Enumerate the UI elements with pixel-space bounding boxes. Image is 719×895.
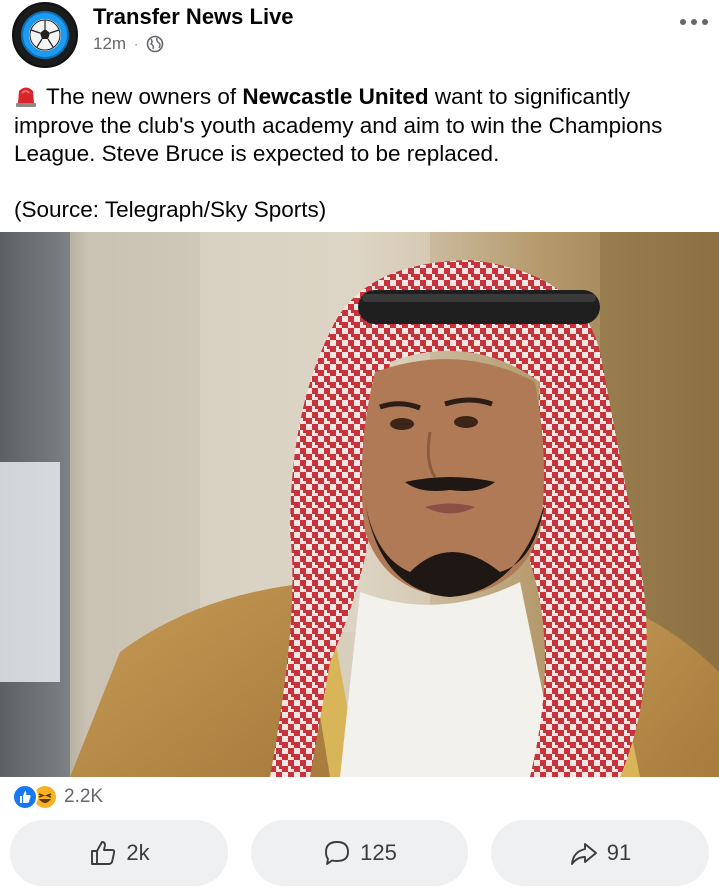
share-count: 91	[606, 840, 632, 865]
page-name-link[interactable]: Transfer News Live	[93, 4, 294, 30]
post-header: Transfer News Live 12m ·	[0, 0, 719, 72]
more-options-button[interactable]	[676, 8, 712, 36]
comment-icon	[325, 841, 350, 865]
post-text: The new owners of Newcastle United want …	[14, 82, 709, 169]
post-text-start: The new owners of	[46, 84, 243, 109]
globe-icon	[146, 35, 164, 53]
like-count: 2k	[126, 840, 150, 865]
page-avatar[interactable]	[12, 2, 78, 68]
post-time[interactable]: 12m	[93, 34, 126, 54]
reactions-summary[interactable]: 2.2K	[12, 783, 103, 811]
portrait-photo	[0, 232, 719, 777]
post-meta: 12m ·	[93, 34, 164, 54]
club-name: Newcastle United	[242, 84, 429, 109]
more-options-icon	[680, 19, 708, 25]
siren-emoji	[16, 87, 36, 107]
soccer-ball-icon	[29, 19, 61, 51]
comment-count: 125	[360, 840, 397, 865]
meta-separator: ·	[134, 37, 139, 51]
like-button[interactable]: 2k	[10, 820, 228, 886]
source-line: (Source: Telegraph/Sky Sports)	[14, 197, 327, 222]
post-photo[interactable]	[0, 232, 719, 777]
comment-button[interactable]: 125	[251, 820, 468, 886]
reaction-count: 2.2K	[64, 786, 104, 807]
share-button[interactable]: 91	[491, 820, 709, 886]
share-icon	[570, 843, 597, 865]
like-reaction-icon	[12, 784, 38, 810]
thumbs-up-icon	[91, 841, 116, 865]
